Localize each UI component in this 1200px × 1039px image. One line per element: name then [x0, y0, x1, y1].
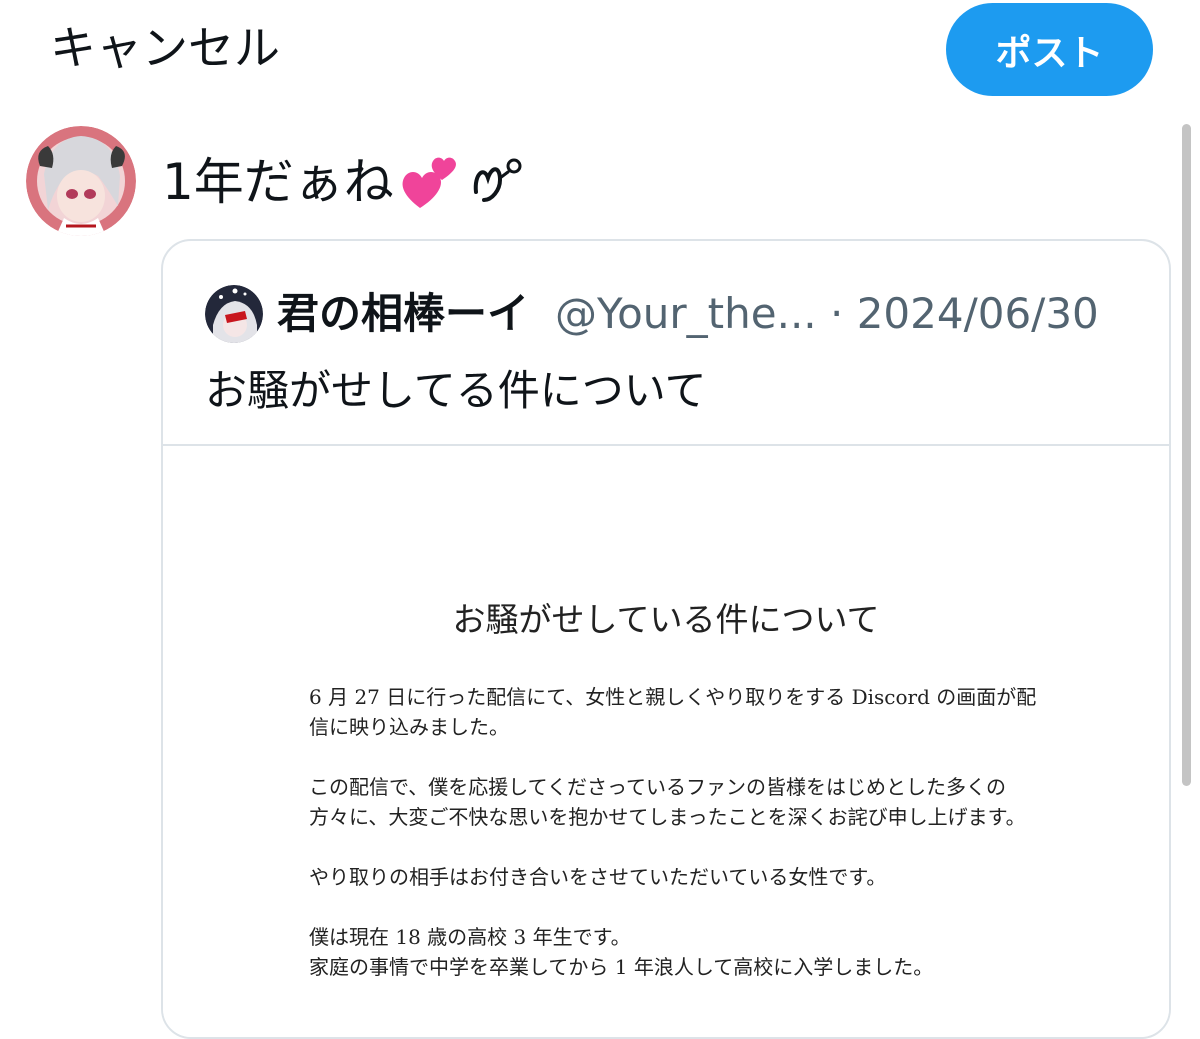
document-paragraph: 僕は現在 18 歳の高校 3 年生です。 家庭の事情で中学を卒業してから 1 年…: [309, 925, 934, 979]
document-paragraph: この配信で、僕を応援してくださっているファンの皆様をはじめとした多くの 方々に、…: [309, 775, 1026, 829]
quote-text: お騒がせしてる件について: [205, 366, 707, 415]
quote-avatar: [205, 285, 263, 343]
two-hearts-icon: [402, 157, 456, 208]
post-button[interactable]: ポスト: [946, 3, 1153, 96]
kaomoji-icon: [473, 158, 522, 202]
cancel-button[interactable]: キャンセル: [50, 20, 280, 76]
quote-image[interactable]: お騒がせしている件について 6 月 27 日に行った配信にて、女性と親しくやり取…: [163, 446, 1169, 1037]
document-paragraph: 6 月 27 日に行った配信にて、女性と親しくやり取りをする Discord の…: [309, 685, 1037, 739]
compose-text-value: 1年だぁね: [162, 153, 394, 211]
document-title: お騒がせしている件について: [452, 600, 880, 639]
quote-display-name: 君の相棒ーイ: [277, 289, 530, 338]
avatar[interactable]: [26, 126, 136, 236]
quote-handle-date: @Your_the... · 2024/06/30: [555, 289, 1099, 338]
document-paragraph: やり取りの相手はお付き合いをさせていただいている女性です。: [309, 865, 887, 889]
scrollbar[interactable]: [1182, 124, 1191, 786]
quote-card[interactable]: 君の相棒ーイ @Your_the... · 2024/06/30 お騒がせしてる…: [161, 239, 1171, 1039]
document-body: 6 月 27 日に行った配信にて、女性と親しくやり取りをする Discord の…: [309, 682, 1069, 1012]
compose-text[interactable]: 1年だぁね: [162, 150, 530, 214]
